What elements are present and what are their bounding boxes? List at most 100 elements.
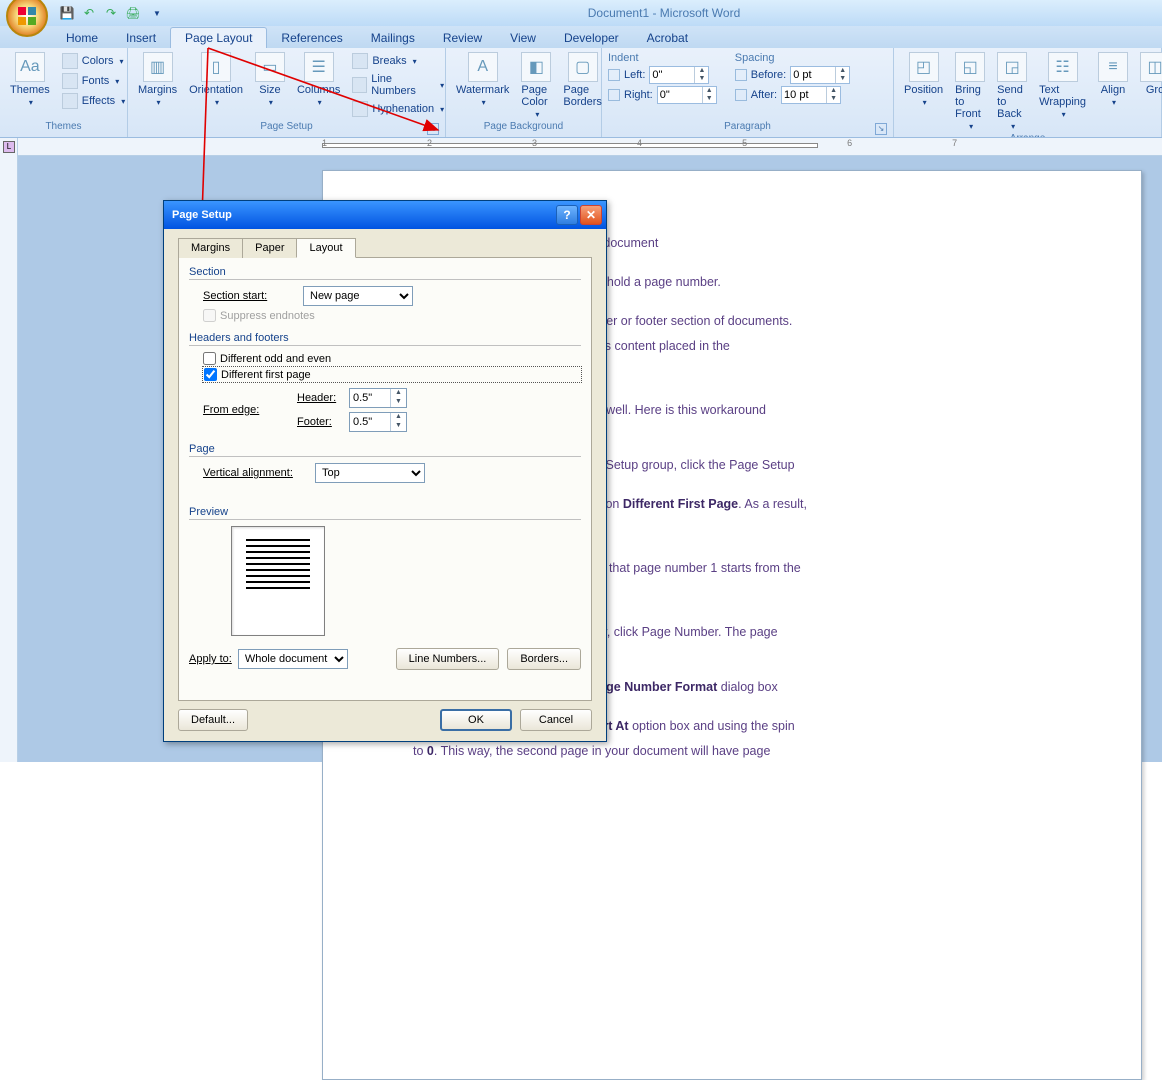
valign-select[interactable]: Top [315, 463, 425, 483]
themes-icon: Aa [15, 52, 45, 82]
watermark-icon: A [468, 52, 498, 82]
dialog-title-bar[interactable]: Page Setup ? ✕ [164, 201, 606, 229]
indent-right-spinner[interactable]: ▲▼ [657, 86, 717, 104]
position-button[interactable]: ◰Position▾ [898, 50, 949, 109]
save-icon[interactable]: 💾 [58, 4, 76, 22]
tab-home[interactable]: Home [52, 28, 112, 48]
indent-left-spinner[interactable]: ▲▼ [649, 66, 709, 84]
fonts-icon [62, 73, 78, 89]
dialog-tab-paper[interactable]: Paper [242, 238, 297, 258]
header-spinner[interactable]: ▲▼ [349, 388, 407, 408]
spacing-after: After:▲▼ [735, 86, 850, 104]
section-fieldset: Section Section start: New page Suppress… [189, 266, 581, 324]
page-setup-dialog-launcher[interactable]: ↘ [427, 123, 439, 135]
preview-fieldset: Preview [189, 506, 581, 640]
watermark-button[interactable]: AWatermark▾ [450, 50, 515, 109]
page-color-button[interactable]: ◧Page Color▾ [515, 50, 557, 121]
tab-insert[interactable]: Insert [112, 28, 170, 48]
columns-button[interactable]: ☰Columns▾ [291, 50, 346, 109]
diff-first-page-input[interactable] [204, 368, 217, 381]
diff-odd-even-input[interactable] [203, 352, 216, 365]
group-page-setup: ▥Margins▾ ▯Orientation▾ ▭Size▾ ☰Columns▾… [128, 48, 446, 137]
align-button[interactable]: ≡Align▾ [1092, 50, 1134, 109]
colors-icon [62, 53, 78, 69]
group-button[interactable]: ◫Gro [1134, 50, 1162, 98]
redo-icon[interactable]: ↷ [102, 4, 120, 22]
from-edge-label: From edge: [203, 404, 289, 416]
margins-button[interactable]: ▥Margins▾ [132, 50, 183, 109]
effects-button[interactable]: Effects▾ [58, 92, 129, 110]
group-themes: Aa Themes▾ Colors▾ Fonts▾ Effects▾ Theme… [0, 48, 128, 137]
tab-review[interactable]: Review [429, 28, 496, 48]
spacing-title: Spacing [735, 52, 850, 64]
indent-left: Left:▲▼ [608, 66, 717, 84]
breaks-button[interactable]: Breaks▾ [348, 52, 448, 70]
apply-to-label: Apply to: [189, 653, 232, 665]
send-back-icon: ◲ [997, 52, 1027, 82]
spacing-before-icon [735, 69, 747, 81]
group-label-page-background: Page Background [450, 121, 597, 137]
indent-right-icon [608, 89, 620, 101]
dialog-close-button[interactable]: ✕ [580, 205, 602, 225]
dialog-tab-margins[interactable]: Margins [178, 238, 243, 258]
page-borders-button[interactable]: ▢Page Borders [557, 50, 608, 110]
suppress-endnotes-input [203, 309, 216, 322]
apply-to-select[interactable]: Whole document [238, 649, 348, 669]
window-title: Document1 - Microsoft Word [166, 6, 1162, 20]
size-button[interactable]: ▭Size▾ [249, 50, 291, 109]
themes-button[interactable]: Aa Themes▾ [4, 50, 56, 109]
tab-acrobat[interactable]: Acrobat [633, 28, 702, 48]
group-label-page-setup: Page Setup↘ [132, 121, 441, 137]
default-button[interactable]: Default... [178, 709, 248, 731]
footer-spinner[interactable]: ▲▼ [349, 412, 407, 432]
page-fieldset: Page Vertical alignment: Top [189, 443, 581, 486]
undo-icon[interactable]: ↶ [80, 4, 98, 22]
orientation-icon: ▯ [201, 52, 231, 82]
dialog-tab-layout[interactable]: Layout [296, 238, 355, 258]
section-legend: Section [189, 266, 581, 280]
dialog-help-button[interactable]: ? [556, 205, 578, 225]
dialog-body: Margins Paper Layout Section Section sta… [164, 229, 606, 741]
ruler-horizontal[interactable]: 1234567 [18, 138, 1162, 156]
paragraph-dialog-launcher[interactable]: ↘ [875, 123, 887, 135]
preview-box [231, 526, 325, 636]
ruler-ticks: 1234567 [322, 138, 957, 148]
print-icon[interactable]: 🖨 [124, 4, 142, 22]
line-numbers-button-dlg[interactable]: Line Numbers... [396, 648, 500, 670]
fonts-button[interactable]: Fonts▾ [58, 72, 129, 90]
ribbon-tabs: Home Insert Page Layout References Maili… [0, 26, 1162, 48]
tab-stop-icon[interactable]: L [3, 141, 15, 153]
line-numbers-button[interactable]: Line Numbers▾ [348, 72, 448, 98]
bring-front-button[interactable]: ◱Bring to Front▾ [949, 50, 991, 133]
tab-view[interactable]: View [496, 28, 550, 48]
orientation-button[interactable]: ▯Orientation▾ [183, 50, 249, 109]
hyphenation-button[interactable]: Hyphenation▾ [348, 100, 448, 118]
borders-button-dlg[interactable]: Borders... [507, 648, 581, 670]
ok-button[interactable]: OK [440, 709, 512, 731]
diff-odd-even-checkbox[interactable]: Different odd and even [203, 352, 581, 365]
margins-icon: ▥ [143, 52, 173, 82]
size-icon: ▭ [255, 52, 285, 82]
group-icon: ◫ [1140, 52, 1162, 82]
diff-first-page-checkbox[interactable]: Different first page [203, 367, 581, 382]
valign-label: Vertical alignment: [203, 467, 307, 479]
tab-references[interactable]: References [267, 28, 356, 48]
hf-legend: Headers and footers [189, 332, 581, 346]
ruler-vertical[interactable]: L [0, 138, 18, 762]
cancel-button[interactable]: Cancel [520, 709, 592, 731]
tab-mailings[interactable]: Mailings [357, 28, 429, 48]
align-icon: ≡ [1098, 52, 1128, 82]
section-start-select[interactable]: New page [303, 286, 413, 306]
spacing-before-spinner[interactable]: ▲▼ [790, 66, 850, 84]
text-wrapping-button[interactable]: ☷Text Wrapping▾ [1033, 50, 1092, 121]
group-page-background: AWatermark▾ ◧Page Color▾ ▢Page Borders P… [446, 48, 602, 137]
section-start-label: Section start: [203, 290, 295, 302]
tab-developer[interactable]: Developer [550, 28, 633, 48]
send-back-button[interactable]: ◲Send to Back▾ [991, 50, 1033, 133]
colors-button[interactable]: Colors▾ [58, 52, 129, 70]
qat-customize-icon[interactable]: ▼ [148, 4, 166, 22]
tab-page-layout[interactable]: Page Layout [170, 27, 267, 48]
spacing-after-spinner[interactable]: ▲▼ [781, 86, 841, 104]
footer-label: Footer: [297, 416, 343, 428]
ribbon: Aa Themes▾ Colors▾ Fonts▾ Effects▾ Theme… [0, 48, 1162, 138]
